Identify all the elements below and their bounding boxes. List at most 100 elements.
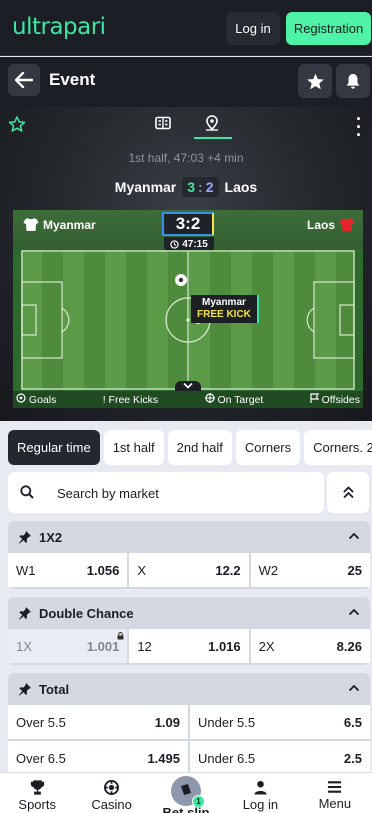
odd-over-5-5[interactable]: Over 5.5 1.09 [8,705,188,739]
tab-live-field[interactable] [204,115,220,136]
field-away-team: Laos [307,217,355,232]
odd-value: 8.26 [336,638,362,654]
odd-value: 1.001 [86,638,120,654]
bell-icon [346,73,360,89]
nav-menu[interactable]: Menu [298,773,372,813]
odd-value: 1.016 [208,638,241,654]
chevron-up-icon [348,608,360,616]
more-options-button[interactable]: · · · [354,110,364,144]
market-1x2: 1X2 W1 1.056 X 12.2 W2 25 [8,521,370,589]
market-header[interactable]: Double Chance [8,597,370,629]
nav-menu-label: Menu [318,796,352,811]
tab-corners[interactable]: Corners [235,430,301,465]
clock-icon [170,239,179,249]
odd-12[interactable]: 12 1.016 [129,629,249,663]
nav-login[interactable]: Log in [223,773,297,813]
tab-corners-2nd-half[interactable]: Corners. 2nd half [304,430,372,465]
odd-value: 25 [347,562,362,578]
favorite-button[interactable] [298,64,332,98]
location-pin-icon [206,115,218,131]
odd-2x[interactable]: 2X 8.26 [250,629,370,663]
flag-icon [310,393,319,403]
odd-label: Under 6.5 [198,750,256,766]
scoreline: Myanmar 3 : 2 Laos [0,177,372,197]
tab-regular-time[interactable]: Regular time [8,430,100,465]
odd-over-6-5[interactable]: Over 6.5 1.495 [8,741,188,775]
odd-x[interactable]: X 12.2 [129,553,249,587]
casino-chip-icon [104,780,120,795]
odd-value: 2.5 [343,750,362,766]
odd-label: W2 [258,562,279,578]
odd-under-6-5[interactable]: Under 6.5 2.5 [190,741,370,775]
nav-casino[interactable]: Casino [74,773,148,813]
odd-label: W1 [16,562,36,578]
tab-statistics[interactable] [155,116,171,135]
pin-icon[interactable] [18,606,32,620]
legend-goals-label: Goals [28,394,57,406]
score: 3 : 2 [182,177,219,197]
login-button[interactable]: Log in [226,12,280,45]
away-team-name: Laos [224,179,258,195]
odd-label: 1X [16,638,32,654]
odds-row: 1X 1.001 12 1.016 2X 8.26 [8,629,370,665]
legend-offsides: Offsides [310,393,360,406]
search-placeholder: Search by market [57,486,159,501]
back-button[interactable] [8,64,40,96]
legend-on-target-label: On Target [217,394,264,406]
event-type: FREE KICK [197,309,251,320]
odd-value: 1.495 [147,750,180,766]
nav-login-label: Log in [242,797,279,812]
top-header: ultrapari Log in Registration [0,0,372,56]
nav-casino-label: Casino [91,797,132,812]
odd-value: 12.2 [215,562,241,578]
hamburger-menu-icon [328,781,342,793]
field-away-team-label: Laos [306,217,335,232]
bottom-navigation: Sports Casino 1 Bet slip Log in Menu [0,772,372,813]
market-header[interactable]: Total [8,673,370,705]
logo[interactable]: ultrapari [12,14,106,40]
star-icon [306,73,324,89]
odd-label: X [137,562,146,578]
odd-1x[interactable]: 1X 1.001 [8,629,128,663]
tab-2nd-half[interactable]: 2nd half [167,430,232,465]
collapse-all-button[interactable] [327,472,369,513]
tab-1st-half[interactable]: 1st half [103,430,164,465]
pitch [21,250,355,390]
chevron-up-icon [348,532,360,540]
market-filter-tabs: Regular time 1st half 2nd half Corners C… [8,430,372,466]
nav-bet-slip[interactable]: 1 Bet slip [149,773,223,813]
favorite-match-button[interactable] [8,115,26,138]
field-score: 3:2 [162,212,214,236]
lock-icon [117,632,124,640]
market-search-input[interactable]: Search by market [8,472,324,513]
user-icon [254,780,267,795]
field-home-team: Myanmar [23,217,96,232]
event-team: Myanmar [202,297,246,308]
notifications-button[interactable] [336,64,370,98]
odd-value: 6.5 [343,714,362,730]
odds-row: W1 1.056 X 12.2 W2 25 [8,553,370,589]
odd-under-5-5[interactable]: Under 5.5 6.5 [190,705,370,739]
odd-label: 2X [258,638,275,654]
field-clock-time: 47:15 [182,238,208,250]
pin-icon[interactable] [18,682,32,696]
odd-w2[interactable]: W2 25 [250,553,370,587]
odd-label: Under 5.5 [198,714,256,730]
home-score: 3 [187,179,196,195]
away-score: 2 [205,179,214,195]
registration-button[interactable]: Registration [286,12,371,45]
market-header[interactable]: 1X2 [8,521,370,553]
nav-sports[interactable]: Sports [0,773,74,813]
pin-icon[interactable] [18,530,32,544]
bet-slip-button[interactable]: 1 [171,776,206,808]
field-legend: Goals ! Free Kicks On Target Offsides [13,391,363,408]
odd-label: Over 5.5 [16,714,66,730]
odd-value: 1.056 [86,562,120,578]
odd-w1[interactable]: W1 1.056 [8,553,128,587]
market-double-chance: Double Chance 1X 1.001 12 1.016 2X 8.26 [8,597,370,665]
odd-value: 1.09 [154,714,180,730]
nav-bet-slip-label: Bet slip [162,805,210,813]
chevron-up-icon [348,684,360,692]
nav-sports-label: Sports [18,797,56,812]
odd-label: 12 [137,638,152,654]
